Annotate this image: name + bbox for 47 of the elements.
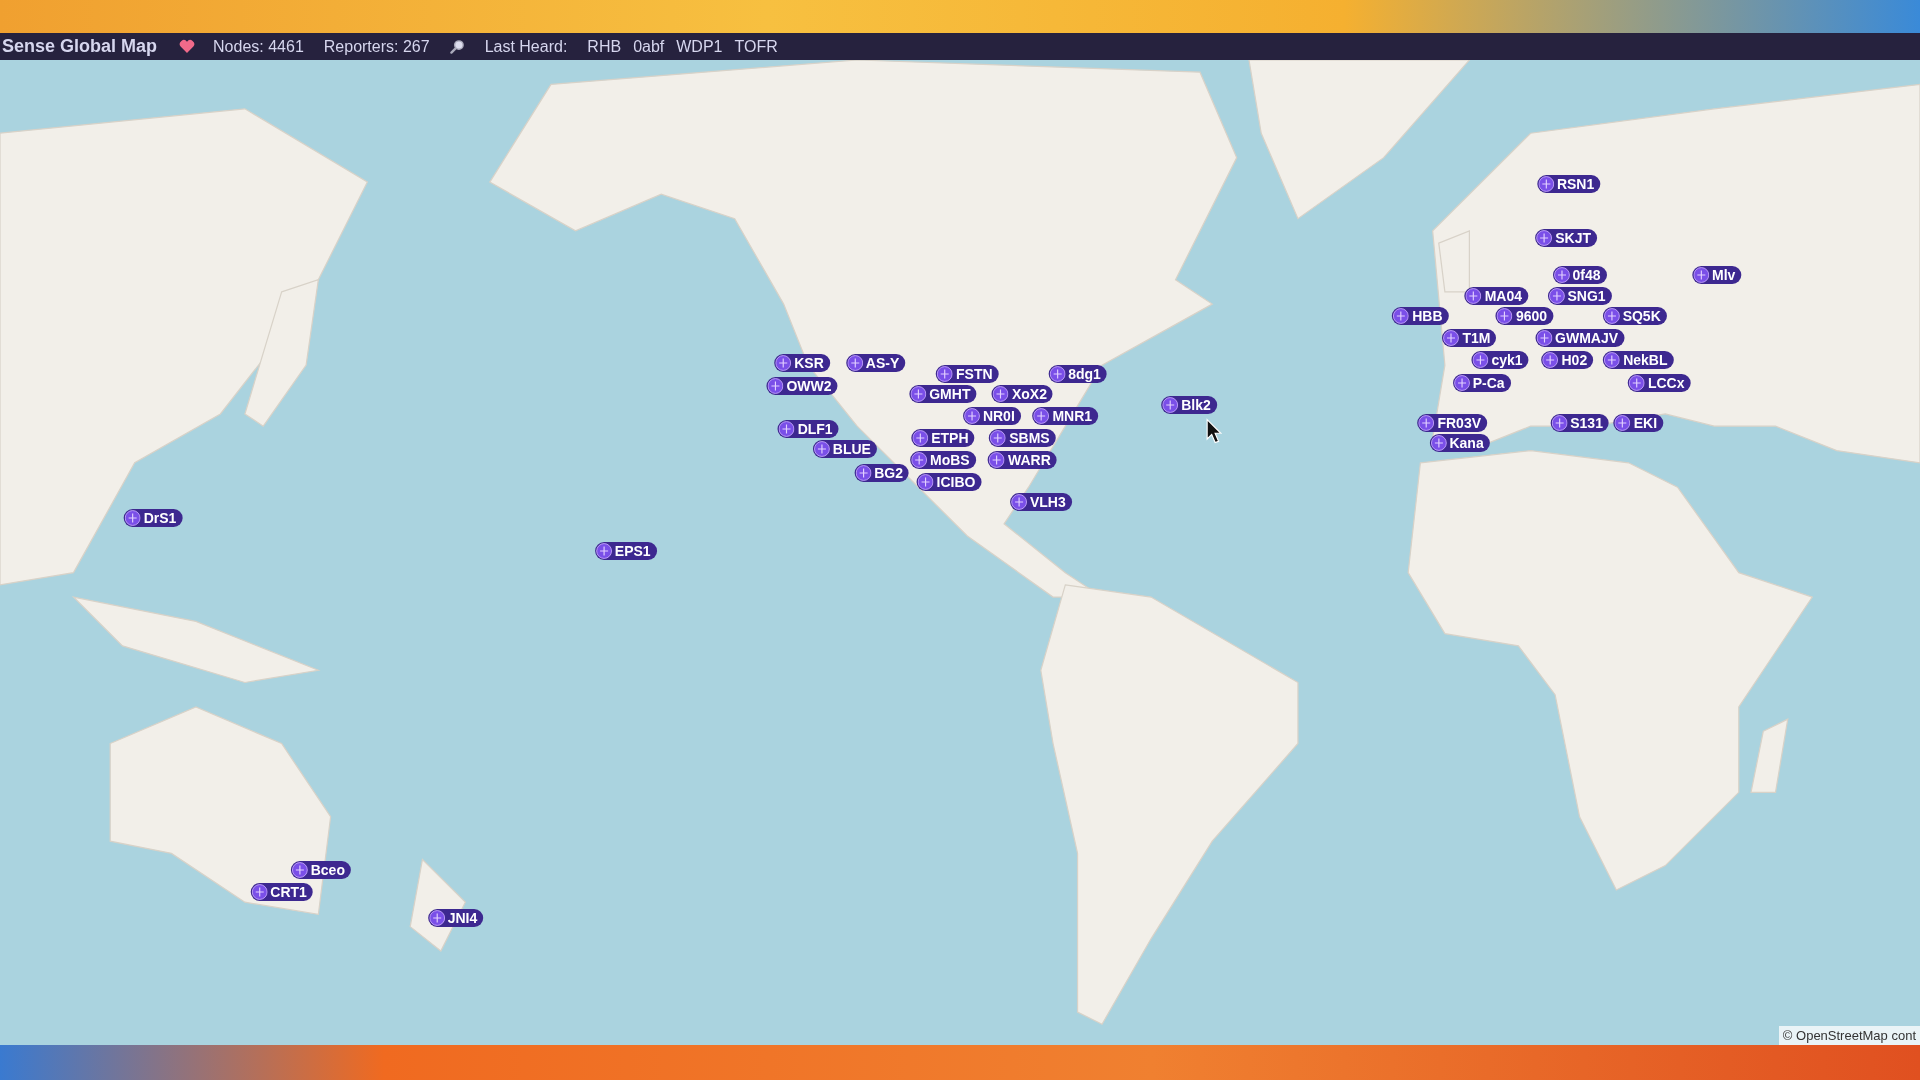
- map-marker[interactable]: GWMAJV: [1535, 329, 1625, 348]
- map-marker[interactable]: ETPH: [911, 429, 975, 448]
- map-marker[interactable]: SQ5K: [1602, 307, 1667, 326]
- reporters-count: Reporters: 267: [323, 37, 430, 56]
- map-marker[interactable]: T1M: [1442, 329, 1497, 348]
- last-heard-node[interactable]: RHB: [587, 37, 622, 56]
- search-icon[interactable]: [449, 39, 465, 54]
- map-marker[interactable]: KSR: [774, 353, 830, 372]
- map-marker[interactable]: BLUE: [812, 440, 877, 459]
- map-marker[interactable]: SKJT: [1535, 229, 1597, 248]
- map-marker[interactable]: NekBL: [1603, 351, 1674, 370]
- map-marker[interactable]: BG2: [854, 463, 909, 482]
- nodes-count: Nodes: 4461: [213, 37, 304, 56]
- map-marker[interactable]: MoBS: [910, 451, 976, 470]
- map-marker[interactable]: NR0I: [962, 407, 1021, 426]
- mouse-cursor-icon: [1206, 418, 1222, 444]
- map-marker[interactable]: DrS1: [123, 508, 183, 527]
- map-marker[interactable]: GMHT: [909, 385, 977, 404]
- map-marker[interactable]: XoX2: [991, 385, 1053, 404]
- map-marker[interactable]: CRT1: [250, 883, 313, 902]
- map-marker[interactable]: Kana: [1429, 434, 1490, 453]
- map-marker[interactable]: LCCx: [1627, 374, 1691, 393]
- map-marker[interactable]: H02: [1541, 351, 1594, 370]
- map-marker[interactable]: MNR1: [1032, 407, 1099, 426]
- map-attribution: © OpenStreetMap cont: [1778, 1026, 1920, 1045]
- map-marker[interactable]: Bceo: [290, 861, 351, 880]
- map-marker[interactable]: JNI4: [427, 909, 484, 928]
- heart-icon: [179, 39, 196, 54]
- map-marker[interactable]: HBB: [1392, 307, 1449, 326]
- map-marker[interactable]: ICIBO: [916, 473, 982, 492]
- map-marker[interactable]: EPS1: [594, 541, 657, 560]
- last-heard-node[interactable]: WDP1: [676, 37, 723, 56]
- last-heard-node[interactable]: TOFR: [734, 37, 778, 56]
- map-marker[interactable]: Blk2: [1161, 396, 1217, 415]
- map-marker[interactable]: WARR: [988, 451, 1057, 470]
- map-marker[interactable]: VLH3: [1009, 492, 1072, 511]
- map-marker[interactable]: SBMS: [989, 429, 1056, 448]
- map-marker[interactable]: FR03V: [1417, 413, 1487, 432]
- app-title: Sense Global Map: [2, 36, 158, 57]
- map-marker[interactable]: RSN1: [1536, 175, 1601, 194]
- map-marker[interactable]: cyk1: [1471, 351, 1529, 370]
- map-marker[interactable]: 9600: [1495, 307, 1554, 326]
- last-heard-node[interactable]: 0abf: [633, 37, 665, 56]
- last-heard-label: Last Heard:: [484, 37, 568, 56]
- map-marker[interactable]: P-Ca: [1452, 374, 1511, 393]
- map-marker[interactable]: DLF1: [777, 419, 839, 438]
- map-marker[interactable]: OWW2: [766, 376, 838, 395]
